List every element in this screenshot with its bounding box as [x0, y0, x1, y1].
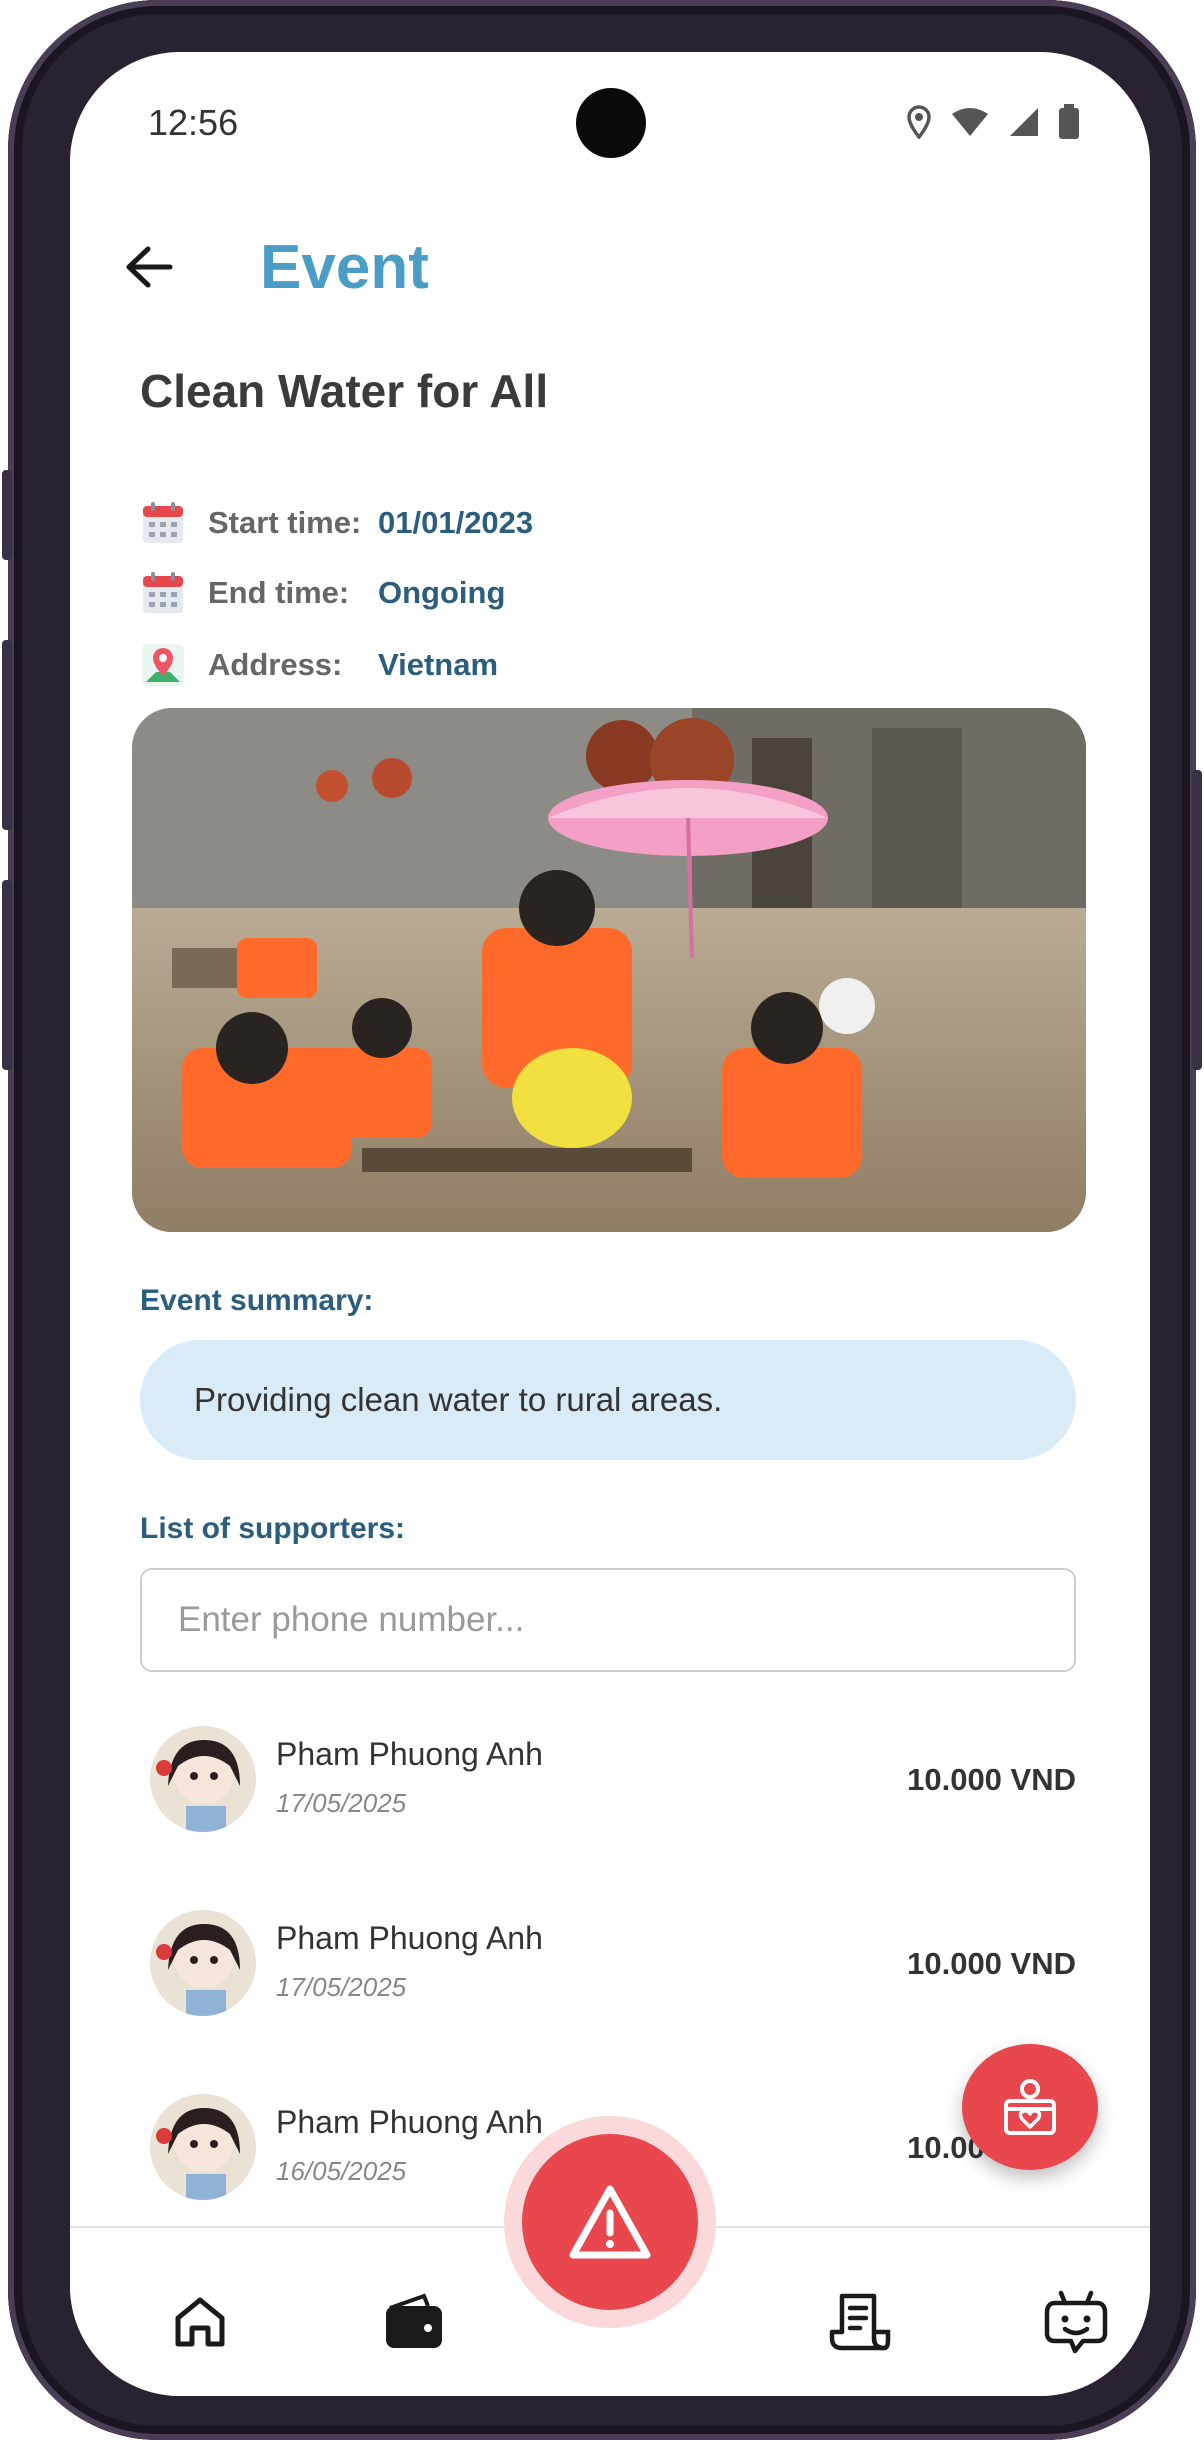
wifi-icon: [952, 108, 988, 136]
end-time-row: End time: Ongoing: [140, 570, 505, 616]
donate-button[interactable]: [962, 2044, 1098, 2170]
side-button: [2, 640, 12, 830]
supporters-label: List of supporters:: [140, 1512, 406, 1545]
phone-frame: 12:56 Event Clean Water for All Start ti…: [2, 0, 1202, 2440]
page-title: Event: [260, 233, 429, 302]
summary-box: Providing clean water to rural areas.: [140, 1340, 1076, 1460]
list-item[interactable]: Pham Phuong Anh 17/05/2025 10.000 VND: [150, 1726, 1086, 1836]
phone-search-input[interactable]: [140, 1568, 1076, 1672]
alert-button[interactable]: [522, 2134, 698, 2310]
signal-icon: [1010, 108, 1038, 136]
supporter-amount: 10.000 VND: [907, 1946, 1076, 1981]
end-time-label: End time:: [208, 575, 350, 610]
side-button: [2, 880, 12, 1070]
avatar: [150, 1910, 256, 2016]
supporter-date: 16/05/2025: [276, 2156, 407, 2186]
nav-reports[interactable]: [820, 2282, 900, 2362]
battery-icon: [1059, 104, 1079, 139]
flood-rescue-image: [132, 708, 1086, 1232]
side-button: [2, 470, 12, 560]
end-time-value: Ongoing: [378, 575, 506, 610]
start-time-row: Start time: 01/01/2023: [140, 500, 533, 546]
calendar-icon: [143, 502, 183, 543]
avatar: [150, 1726, 256, 1832]
address-value: Vietnam: [378, 647, 499, 682]
status-time: 12:56: [148, 102, 239, 143]
nav-wallet[interactable]: [374, 2282, 454, 2362]
alert-icon: [569, 2185, 651, 2259]
nav-chatbot[interactable]: [1036, 2282, 1116, 2362]
address-label: Address:: [208, 647, 343, 682]
chatbot-icon: [1044, 2290, 1108, 2354]
supporter-date: 17/05/2025: [276, 1972, 407, 2002]
side-button: [1192, 770, 1202, 1070]
supporter-date: 17/05/2025: [276, 1788, 407, 1818]
nav-home[interactable]: [160, 2282, 240, 2362]
status-icons: [906, 104, 1080, 140]
screen: 12:56 Event Clean Water for All Start ti…: [70, 52, 1150, 2396]
avatar: [150, 2094, 256, 2200]
map-pin-icon: [142, 644, 184, 686]
calendar-icon: [143, 572, 183, 613]
supporter-name: Pham Phuong Anh: [276, 2104, 543, 2140]
start-time-label: Start time:: [208, 505, 362, 540]
location-icon: [907, 105, 931, 139]
event-photo: [132, 708, 1086, 1232]
donation-box-icon: [1004, 2079, 1056, 2135]
summary-label: Event summary:: [140, 1284, 374, 1317]
supporter-name: Pham Phuong Anh: [276, 1736, 543, 1772]
start-time-value: 01/01/2023: [378, 505, 534, 540]
home-icon: [175, 2297, 225, 2347]
event-name: Clean Water for All: [140, 365, 549, 417]
arrow-left-icon: [126, 246, 173, 288]
list-item[interactable]: Pham Phuong Anh 17/05/2025 10.000 VND: [150, 1910, 1086, 2020]
supporter-amount: 10.000 VND: [907, 1762, 1076, 1797]
camera-cutout: [576, 88, 646, 158]
supporter-name: Pham Phuong Anh: [276, 1920, 543, 1956]
wallet-icon: [386, 2293, 442, 2348]
back-button[interactable]: [114, 232, 184, 302]
receipt-icon: [829, 2293, 891, 2351]
address-row: Address: Vietnam: [140, 642, 498, 688]
